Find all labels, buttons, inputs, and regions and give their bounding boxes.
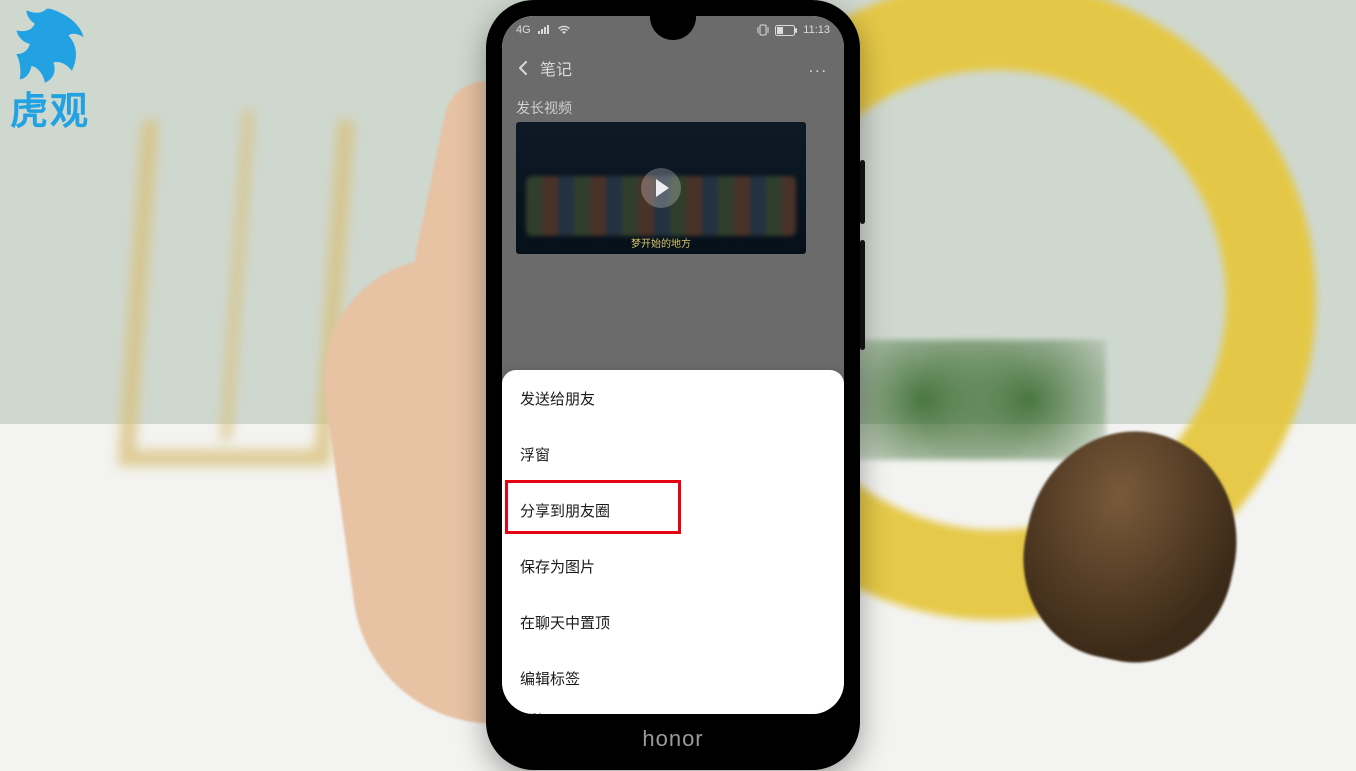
battery-icon	[775, 25, 797, 36]
phone-screen: 4G 11:13 笔记 ... 发长视频	[502, 16, 844, 714]
phone-brand-label: honor	[486, 726, 860, 752]
nav-bar: 笔记 ...	[502, 44, 844, 92]
more-button[interactable]: ...	[809, 59, 828, 77]
sheet-item-save-as-image[interactable]: 保存为图片	[502, 538, 844, 594]
watermark: 虎观	[8, 2, 92, 135]
sheet-item-partial[interactable]: 删除	[502, 706, 844, 714]
volume-button	[860, 240, 865, 350]
sheet-item-label: 在聊天中置顶	[520, 612, 610, 633]
sheet-item-label: 分享到朋友圈	[520, 500, 610, 521]
photo-scene: 虎观 honor 4G 11:13	[0, 0, 1356, 771]
back-icon	[517, 61, 531, 75]
play-icon	[641, 168, 681, 208]
pine-needles-prop	[846, 340, 1106, 460]
sheet-item-label: 删除	[520, 710, 544, 714]
power-button	[860, 160, 865, 224]
watermark-logo-icon	[8, 2, 92, 86]
sheet-item-send-to-friend[interactable]: 发送给朋友	[502, 370, 844, 426]
vibrate-icon	[757, 24, 769, 36]
video-thumbnail[interactable]: 梦开始的地方	[516, 122, 806, 254]
background-stand-prop	[118, 120, 354, 466]
phone-frame: honor 4G 11:13	[486, 0, 860, 770]
sheet-item-label: 编辑标签	[520, 668, 580, 689]
sheet-item-pin-in-chat[interactable]: 在聊天中置顶	[502, 594, 844, 650]
video-caption: 梦开始的地方	[516, 235, 806, 250]
wifi-icon	[557, 25, 571, 35]
watermark-text: 虎观	[10, 80, 90, 135]
clock: 11:13	[803, 24, 830, 36]
sheet-item-label: 发送给朋友	[520, 388, 595, 409]
back-button[interactable]	[510, 54, 538, 82]
sheet-item-floating-window[interactable]: 浮窗	[502, 426, 844, 482]
page-title: 笔记	[540, 56, 572, 80]
sheet-item-label: 浮窗	[520, 444, 550, 465]
sheet-item-share-to-moments[interactable]: 分享到朋友圈	[502, 482, 844, 538]
signal-icon	[537, 25, 551, 35]
note-title: 发长视频	[516, 98, 572, 118]
network-label: 4G	[516, 24, 531, 36]
action-sheet: 发送给朋友 浮窗 分享到朋友圈 保存为图片 在聊天中置顶 编辑标签 删除	[502, 370, 844, 714]
sheet-item-label: 保存为图片	[520, 556, 595, 577]
sheet-item-edit-tags[interactable]: 编辑标签	[502, 650, 844, 706]
